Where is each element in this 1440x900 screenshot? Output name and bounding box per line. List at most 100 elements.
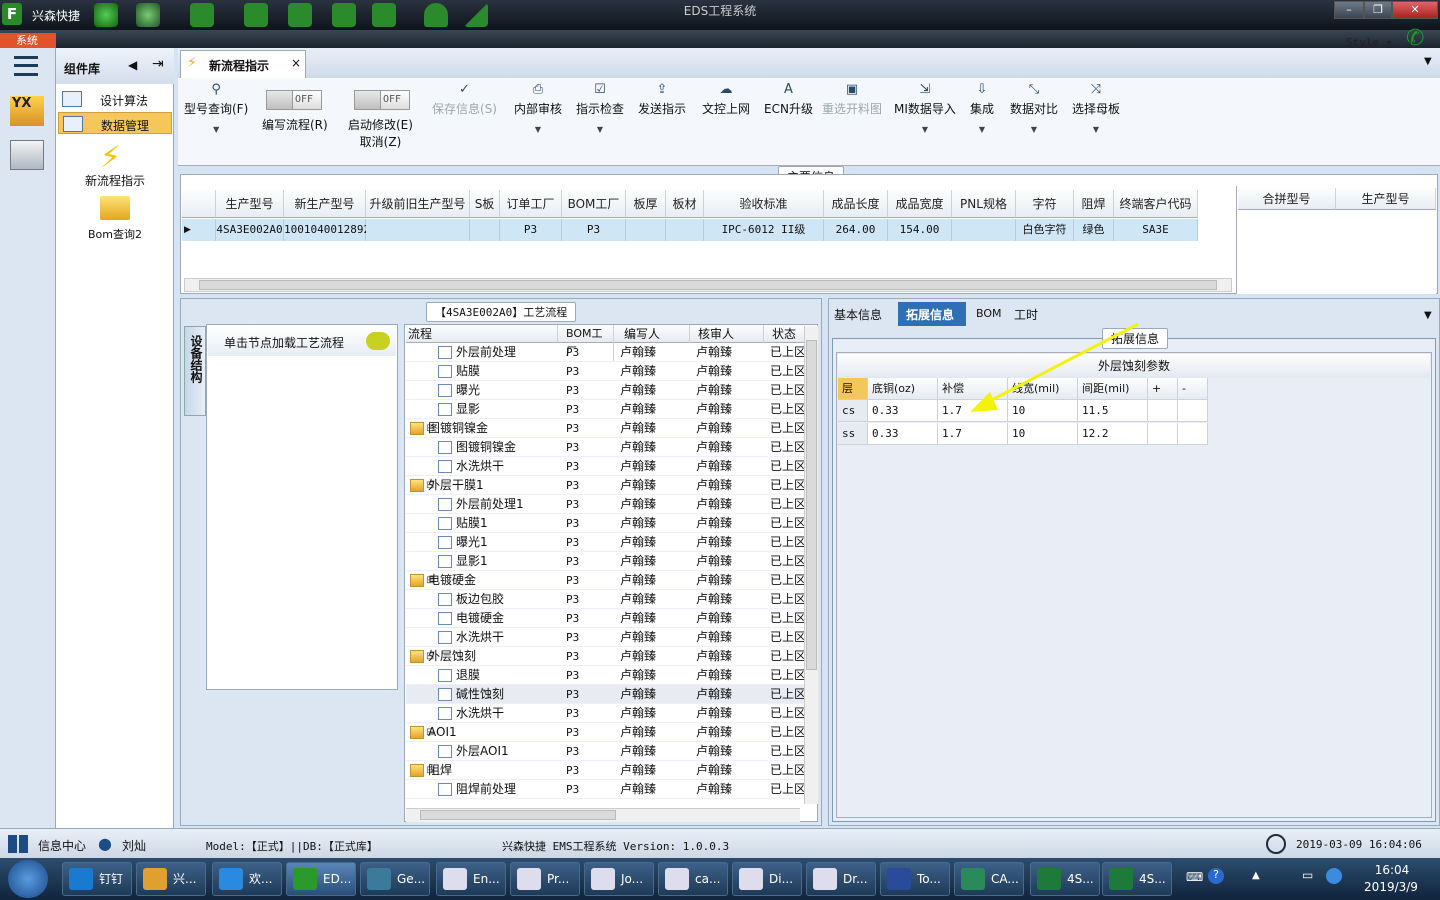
tab-dropdown-icon[interactable]: ▼ [1424, 56, 1432, 67]
grid-header-cell[interactable]: 成品长度 [824, 190, 888, 218]
taskbar-item[interactable]: 欢... [212, 862, 282, 896]
grid-cell[interactable]: 绿色 [1074, 219, 1114, 241]
system-button[interactable]: 系统 [0, 33, 56, 49]
info-center[interactable]: 信息中心 [38, 837, 86, 854]
keyboard-icon[interactable]: ⌨ [1186, 870, 1203, 884]
collapse-left-icon[interactable]: ◀ [128, 58, 137, 72]
param-cell[interactable]: 12.2 [1078, 423, 1148, 445]
taskbar-item[interactable]: 兴... [136, 862, 206, 896]
select-motherboard-button[interactable]: ⤨ 选择母板 ▼ [1072, 82, 1120, 134]
param-cell[interactable]: ss [838, 423, 868, 445]
save-info-button[interactable]: ✓ 保存信息(S) [432, 82, 497, 117]
taskbar-item[interactable]: 4S... [1030, 862, 1100, 896]
grid-header-cell[interactable]: 新生产型号 [284, 190, 366, 218]
instruction-check-button[interactable]: ☑ 指示检查 ▼ [576, 82, 624, 134]
param-cell[interactable]: 1.7 [938, 423, 1008, 445]
flow-tree-row[interactable]: 碱性蚀刻 P3 卢翰臻 卢翰臻 已上区 [406, 685, 814, 704]
yx-logo-icon[interactable]: YX [10, 96, 44, 126]
grid-header-cell[interactable]: 订单工厂 [500, 190, 562, 218]
grid-horizontal-scrollbar[interactable] [184, 278, 1232, 292]
grid-header-cell[interactable]: 板材 [666, 190, 704, 218]
close-button[interactable]: ✕ [1392, 1, 1438, 19]
taskbar-item[interactable]: En... [436, 862, 506, 896]
taskbar-item[interactable]: To... [880, 862, 950, 896]
comp-item-new-flow[interactable]: 新流程指示 [56, 172, 174, 189]
internal-review-button[interactable]: ⎙ 内部审核 ▼ [514, 82, 562, 134]
taskbar-time[interactable]: 16:04 [1362, 863, 1422, 877]
tab-basic-info[interactable]: 基本信息 [834, 306, 882, 323]
tab-new-flow[interactable]: ⚡ 新流程指示 × [180, 50, 306, 78]
flow-tree-row[interactable]: 贴膜 P3 卢翰臻 卢翰臻 已上区 [406, 362, 814, 381]
grid-cell[interactable] [366, 219, 470, 241]
flow-tree-row[interactable]: 贴膜1 P3 卢翰臻 卢翰臻 已上区 [406, 514, 814, 533]
flow-tree-row[interactable]: ⊟ 外层蚀刻 P3 卢翰臻 卢翰臻 已上区 [406, 647, 814, 666]
param-cell[interactable] [1178, 400, 1208, 422]
flow-tree-row[interactable]: 外层AOI1 P3 卢翰臻 卢翰臻 已上区 [406, 742, 814, 761]
maximize-button[interactable]: ❐ [1364, 1, 1392, 19]
grid-cell[interactable] [952, 219, 1016, 241]
comp-item-design-algo[interactable]: 设计算法 [58, 88, 172, 110]
flow-tree-row[interactable]: 水洗烘干 P3 卢翰臻 卢翰臻 已上区 [406, 704, 814, 723]
param-cell[interactable]: 0.33 [868, 423, 938, 445]
calculator-icon[interactable] [10, 140, 44, 170]
pin-icon[interactable]: ⇥ [152, 56, 164, 72]
ecn-upgrade-button[interactable]: A ECN升级 [764, 82, 813, 117]
taskbar-item[interactable]: Ge... [360, 862, 430, 896]
grid-cell[interactable]: IPC-6012 II级 [704, 219, 824, 241]
lightning-icon[interactable]: ⚡ [100, 140, 121, 175]
grid-header-cell[interactable]: S板 [470, 190, 500, 218]
grid-header-cell[interactable]: 升级前旧生产型号 [366, 190, 470, 218]
grid-header-cell[interactable]: 生产型号 [216, 190, 284, 218]
grid-header-cell[interactable]: 成品宽度 [888, 190, 952, 218]
side-header-model[interactable]: 生产型号 [1336, 188, 1436, 210]
folder-open-icon[interactable] [100, 196, 130, 220]
taskbar-item[interactable]: ca... [658, 862, 728, 896]
side-header-merge-model[interactable]: 合拼型号 [1238, 188, 1336, 210]
minimize-button[interactable]: – [1334, 1, 1364, 19]
grid-cell[interactable]: P3 [500, 219, 562, 241]
grid-cell[interactable]: 4SA3E002A0 [216, 219, 284, 241]
flow-tree-row[interactable]: 电镀硬金 P3 卢翰臻 卢翰臻 已上区 [406, 609, 814, 628]
taskbar-item[interactable]: 4S... [1102, 862, 1172, 896]
flow-tree-row[interactable]: ⊟ 电镀硬金 P3 卢翰臻 卢翰臻 已上区 [406, 571, 814, 590]
grid-cell[interactable]: 10010400128929 [284, 219, 377, 241]
menu-icon[interactable] [14, 56, 38, 76]
grid-cell[interactable]: P3 [562, 219, 626, 241]
param-cell[interactable] [1148, 423, 1178, 445]
grid-cell[interactable]: 154.00 [888, 219, 952, 241]
start-button[interactable] [8, 860, 48, 898]
taskbar-item[interactable]: Pr... [510, 862, 580, 896]
param-cell[interactable]: 0.33 [868, 400, 938, 422]
grid-cell[interactable] [666, 219, 704, 241]
reselect-cut-drawing-button[interactable]: ▣ 重选开料图 [822, 82, 882, 117]
flow-tree-row[interactable]: ⊟ 图镀铜镍金 P3 卢翰臻 卢翰臻 已上区 [406, 419, 814, 438]
taskbar-item[interactable]: Dr... [806, 862, 876, 896]
flow-tree-row[interactable]: 图镀铜镍金 P3 卢翰臻 卢翰臻 已上区 [406, 438, 814, 457]
detail-tab-dropdown-icon[interactable]: ▼ [1424, 310, 1432, 321]
taskbar-item[interactable]: CA... [954, 862, 1024, 896]
grid-header-cell[interactable]: 阻焊 [1074, 190, 1114, 218]
flow-vertical-scrollbar[interactable] [804, 326, 818, 804]
grid-header-cell[interactable]: 终端客户代码 [1114, 190, 1198, 218]
taskbar-item[interactable]: 钉钉 [62, 862, 132, 896]
data-compare-button[interactable]: ⤡ 数据对比 ▼ [1010, 82, 1058, 134]
comp-item-data-mgmt[interactable]: 数据管理 [58, 112, 172, 134]
flow-tree-row[interactable]: ⊟ 阻焊 P3 卢翰臻 卢翰臻 已上区 [406, 761, 814, 780]
flow-tree-row[interactable]: 阻焊前处理 P3 卢翰臻 卢翰臻 已上区 [406, 780, 814, 799]
grid-header-cell[interactable]: BOM工厂 [562, 190, 626, 218]
integrate-button[interactable]: ⇩ 集成 ▼ [970, 82, 994, 134]
flow-tree-row[interactable]: 水洗烘干 P3 卢翰臻 卢翰臻 已上区 [406, 457, 814, 476]
taskbar-date[interactable]: 2019/3/9 [1358, 880, 1424, 894]
grid-cell[interactable] [626, 219, 666, 241]
flow-tree-row[interactable]: 曝光 P3 卢翰臻 卢翰臻 已上区 [406, 381, 814, 400]
grid-cell[interactable] [470, 219, 500, 241]
send-instruction-button[interactable]: ⇪ 发送指示 [638, 82, 686, 117]
flow-tree-row[interactable]: 外层前处理1 P3 卢翰臻 卢翰臻 已上区 [406, 495, 814, 514]
grid-header-cell[interactable]: 验收标准 [704, 190, 824, 218]
write-flow-toggle[interactable]: OFF [266, 90, 322, 110]
close-tab-icon[interactable]: × [291, 56, 301, 70]
mi-data-import-button[interactable]: ⇲ MI数据导入 ▼ [894, 82, 956, 134]
param-cell[interactable]: cs [838, 400, 868, 422]
flow-tree-row[interactable]: 水洗烘干 P3 卢翰臻 卢翰臻 已上区 [406, 628, 814, 647]
taskbar-item[interactable]: ED... [286, 862, 356, 896]
